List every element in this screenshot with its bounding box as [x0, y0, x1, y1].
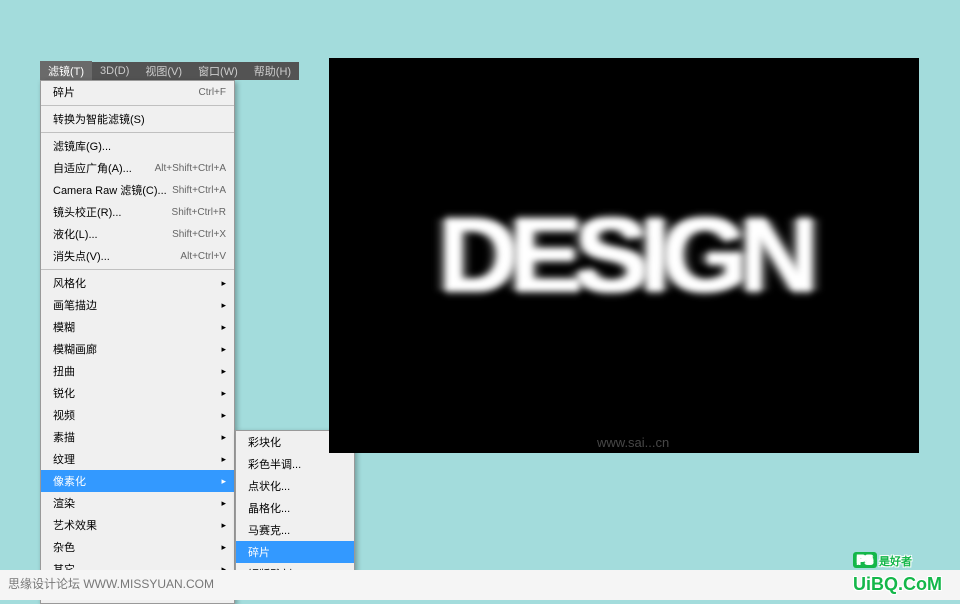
- submenu-arrow-icon: ▸: [206, 278, 226, 289]
- menu-item-brush-strokes[interactable]: 画笔描边 ▸: [41, 294, 234, 316]
- preview-text: DESIGN: [438, 196, 810, 316]
- menu-label: 杂色: [53, 539, 75, 555]
- separator: [41, 269, 234, 270]
- submenu-arrow-icon: ▸: [206, 542, 226, 553]
- menu-label: 纹理: [53, 451, 75, 467]
- submenu-item-color-halftone[interactable]: 彩色半调...: [236, 453, 354, 475]
- menu-item-sketch[interactable]: 素描 ▸: [41, 426, 234, 448]
- menu-item-camera-raw[interactable]: Camera Raw 滤镜(C)... Shift+Ctrl+A: [41, 179, 234, 201]
- menu-3d[interactable]: 3D(D): [92, 63, 137, 79]
- haozhe-text: 是好者: [879, 556, 912, 568]
- submenu-arrow-icon: ▸: [206, 300, 226, 311]
- separator: [41, 132, 234, 133]
- menu-label: Camera Raw 滤镜(C)...: [53, 182, 167, 198]
- submenu-arrow-icon: ▸: [206, 476, 226, 487]
- menu-item-pixelate[interactable]: 像素化 ▸: [41, 470, 234, 492]
- menu-label: 像素化: [53, 473, 86, 489]
- menu-label: 风格化: [53, 275, 86, 291]
- menu-item-blur[interactable]: 模糊 ▸: [41, 316, 234, 338]
- submenu-arrow-icon: ▸: [206, 322, 226, 333]
- menu-item-noise[interactable]: 杂色 ▸: [41, 536, 234, 558]
- menu-window[interactable]: 窗口(W): [190, 61, 246, 81]
- menu-item-render[interactable]: 渲染 ▸: [41, 492, 234, 514]
- menu-label: 点状化...: [248, 478, 290, 494]
- menu-filter[interactable]: 滤镜(T): [40, 61, 92, 81]
- submenu-item-pointillize[interactable]: 点状化...: [236, 475, 354, 497]
- menu-label: 转换为智能滤镜(S): [53, 111, 145, 127]
- preview-canvas: DESIGN: [329, 58, 919, 453]
- menu-label: 碎片: [248, 544, 270, 560]
- menu-item-sharpen[interactable]: 锐化 ▸: [41, 382, 234, 404]
- menu-label: 彩块化: [248, 434, 281, 450]
- menu-item-video[interactable]: 视频 ▸: [41, 404, 234, 426]
- menubar: 滤镜(T) 3D(D) 视图(V) 窗口(W) 帮助(H): [40, 62, 299, 80]
- menu-label: 素描: [53, 429, 75, 445]
- watermark-left: 思缘设计论坛 WWW.MISSYUAN.COM: [8, 575, 214, 592]
- pixelate-submenu: 彩块化 彩色半调... 点状化... 晶格化... 马赛克... 碎片 铜版雕刻…: [235, 430, 355, 586]
- submenu-item-crystallize[interactable]: 晶格化...: [236, 497, 354, 519]
- submenu-item-fragment[interactable]: 碎片: [236, 541, 354, 563]
- menu-item-stylize[interactable]: 风格化 ▸: [41, 272, 234, 294]
- menu-item-distort[interactable]: 扭曲 ▸: [41, 360, 234, 382]
- submenu-arrow-icon: ▸: [206, 498, 226, 509]
- menu-label: 消失点(V)...: [53, 248, 110, 264]
- menu-help[interactable]: 帮助(H): [246, 61, 299, 81]
- domain-text: UiBQ.CoM: [853, 574, 942, 594]
- menu-label: 模糊: [53, 319, 75, 335]
- menu-label: 模糊画廊: [53, 341, 97, 357]
- menu-item-artistic[interactable]: 艺术效果 ▸: [41, 514, 234, 536]
- menu-item-last-filter[interactable]: 碎片 Ctrl+F: [41, 81, 234, 103]
- submenu-arrow-icon: ▸: [206, 410, 226, 421]
- menu-label: 视频: [53, 407, 75, 423]
- submenu-arrow-icon: ▸: [206, 454, 226, 465]
- ps-badge: PS: [853, 552, 877, 568]
- submenu-arrow-icon: ▸: [206, 344, 226, 355]
- menu-shortcut: Alt+Ctrl+V: [180, 251, 226, 262]
- menu-item-blur-gallery[interactable]: 模糊画廊 ▸: [41, 338, 234, 360]
- menu-label: 扭曲: [53, 363, 75, 379]
- menu-label: 镜头校正(R)...: [53, 204, 121, 220]
- submenu-arrow-icon: ▸: [206, 366, 226, 377]
- menu-item-filter-gallery[interactable]: 滤镜库(G)...: [41, 135, 234, 157]
- menu-shortcut: Alt+Shift+Ctrl+A: [155, 163, 226, 174]
- menu-shortcut: Shift+Ctrl+A: [172, 185, 226, 196]
- menu-view[interactable]: 视图(V): [137, 61, 190, 81]
- submenu-arrow-icon: ▸: [206, 388, 226, 399]
- menu-shortcut: Shift+Ctrl+X: [172, 229, 226, 240]
- menu-label: 艺术效果: [53, 517, 97, 533]
- menu-shortcut: Shift+Ctrl+R: [172, 207, 226, 218]
- menu-label: 马赛克...: [248, 522, 290, 538]
- menu-label: 液化(L)...: [53, 226, 98, 242]
- menu-label: 画笔描边: [53, 297, 97, 313]
- filter-dropdown: 碎片 Ctrl+F 转换为智能滤镜(S) 滤镜库(G)... 自适应广角(A).…: [40, 80, 235, 604]
- menu-label: 晶格化...: [248, 500, 290, 516]
- submenu-arrow-icon: ▸: [206, 432, 226, 443]
- menu-item-smart-filter[interactable]: 转换为智能滤镜(S): [41, 108, 234, 130]
- menu-item-liquify[interactable]: 液化(L)... Shift+Ctrl+X: [41, 223, 234, 245]
- menu-label: 自适应广角(A)...: [53, 160, 132, 176]
- separator: [41, 105, 234, 106]
- menu-label: 碎片: [53, 84, 75, 100]
- menu-label: 渲染: [53, 495, 75, 511]
- submenu-item-mosaic[interactable]: 马赛克...: [236, 519, 354, 541]
- menu-label: 彩色半调...: [248, 456, 301, 472]
- menu-item-adaptive-wide-angle[interactable]: 自适应广角(A)... Alt+Shift+Ctrl+A: [41, 157, 234, 179]
- menu-label: 滤镜库(G)...: [53, 138, 111, 154]
- menu-item-vanishing-point[interactable]: 消失点(V)... Alt+Ctrl+V: [41, 245, 234, 267]
- menu-label: 锐化: [53, 385, 75, 401]
- submenu-arrow-icon: ▸: [206, 520, 226, 531]
- watermark-right: PS是好者 UiBQ.CoM: [853, 553, 942, 595]
- menu-item-texture[interactable]: 纹理 ▸: [41, 448, 234, 470]
- menu-shortcut: Ctrl+F: [199, 87, 227, 98]
- menu-item-lens-correction[interactable]: 镜头校正(R)... Shift+Ctrl+R: [41, 201, 234, 223]
